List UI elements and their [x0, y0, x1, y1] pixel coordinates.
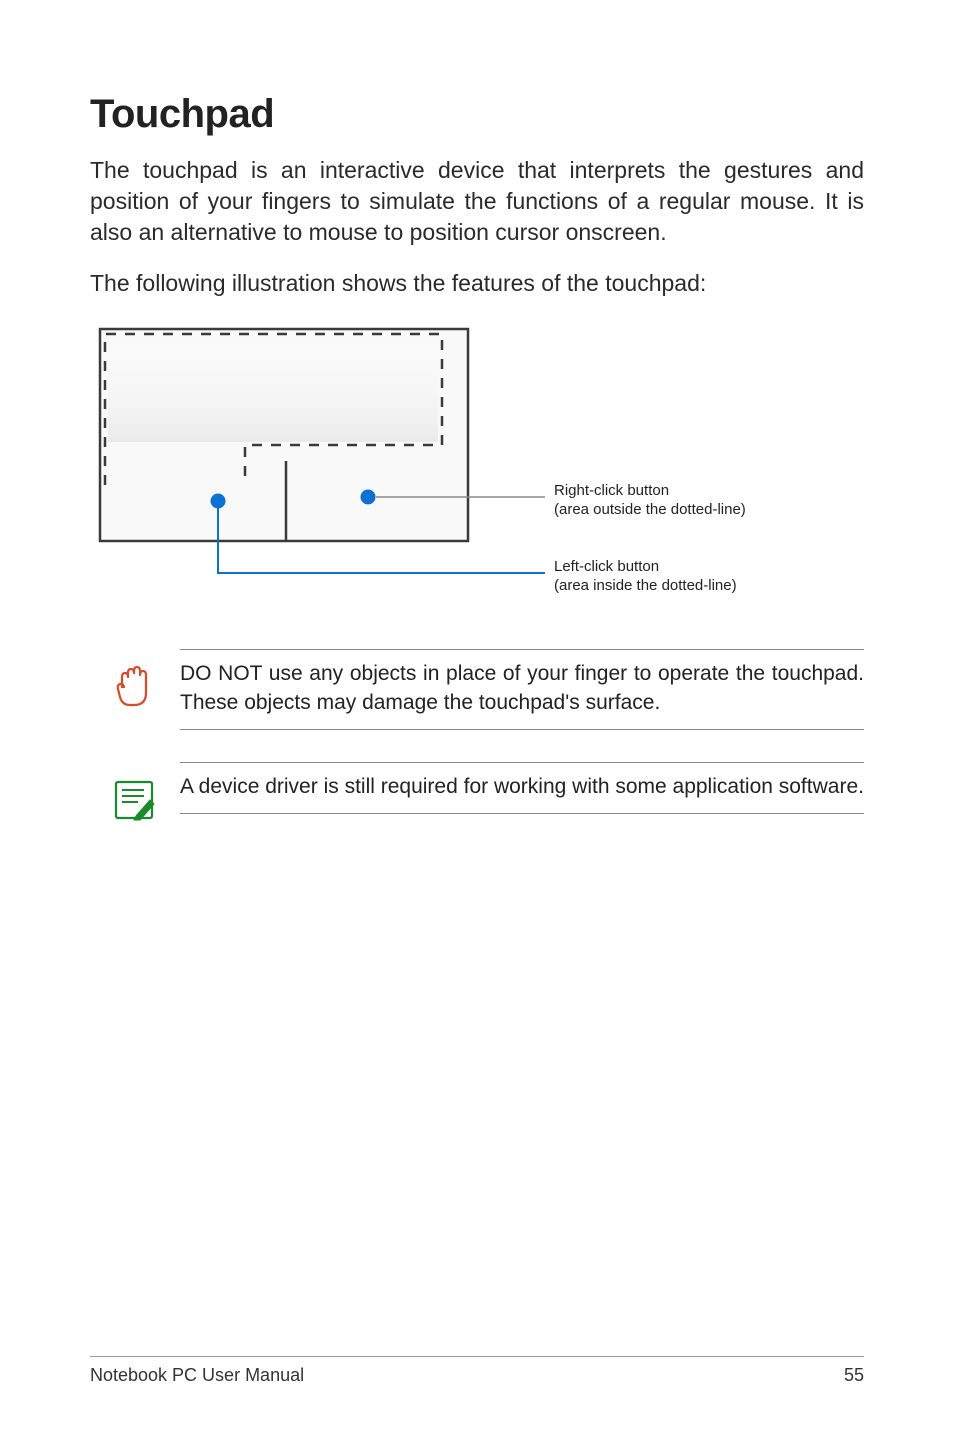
warning-note-text: DO NOT use any objects in place of your … — [180, 660, 864, 717]
info-note-block: A device driver is still required for wo… — [108, 762, 864, 826]
lead-sentence: The following illustration shows the fea… — [90, 268, 864, 299]
note-icon — [108, 774, 160, 826]
left-click-label: Left-click button — [554, 558, 659, 575]
page-number: 55 — [844, 1365, 864, 1386]
left-click-sublabel: (area inside the dotted-line) — [554, 577, 737, 594]
footer-title: Notebook PC User Manual — [90, 1365, 304, 1386]
page-footer: Notebook PC User Manual 55 — [90, 1356, 864, 1386]
page-title: Touchpad — [90, 92, 864, 137]
warning-note-block: DO NOT use any objects in place of your … — [108, 649, 864, 730]
right-click-sublabel: (area outside the dotted-line) — [554, 501, 746, 518]
info-note-text: A device driver is still required for wo… — [180, 773, 864, 801]
right-click-label: Right-click button — [554, 482, 669, 499]
intro-paragraph: The touchpad is an interactive device th… — [90, 155, 864, 248]
touchpad-diagram: Right-click button (area outside the dot… — [90, 319, 864, 609]
hand-icon — [108, 661, 160, 713]
